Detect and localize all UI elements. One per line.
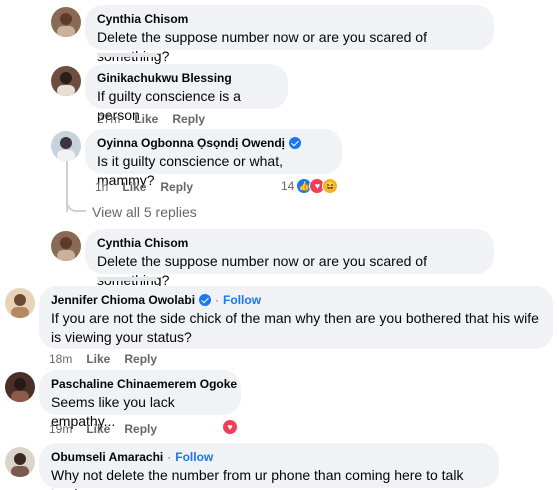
commenter-name[interactable]: Cynthia Chisom (97, 236, 482, 250)
truncated-meta (97, 277, 157, 281)
truncated-meta (97, 53, 157, 57)
timestamp[interactable]: 19m (49, 422, 72, 436)
commenter-name[interactable]: Oyinna Ogbonna Ọsọndị Owendị (97, 136, 330, 150)
reaction-summary[interactable]: ♥ (222, 419, 238, 435)
haha-reaction-icon: 😆 (322, 178, 339, 194)
commenter-name-text[interactable]: Oyinna Ogbonna Ọsọndị Owendị (97, 136, 285, 150)
commenter-name-text[interactable]: Obumseli Amarachi (51, 450, 163, 464)
comment-bubble: Obumseli Amarachi · Follow Why not delet… (39, 443, 499, 490)
reply-button[interactable]: Reply (124, 352, 157, 366)
timestamp[interactable]: 18m (49, 352, 72, 366)
reply-button[interactable]: Reply (124, 422, 157, 436)
separator-dot: · (167, 450, 172, 464)
like-button[interactable]: Like (122, 180, 146, 194)
avatar[interactable] (5, 288, 35, 318)
comment-text: If you are not the side chick of the man… (51, 310, 539, 345)
verified-badge-icon (289, 137, 302, 149)
comment-bubble: Oyinna Ogbonna Ọsọndị Owendị Is it guilt… (85, 129, 342, 188)
follow-button[interactable]: Follow (175, 450, 213, 464)
avatar[interactable] (51, 7, 81, 37)
like-button[interactable]: Like (134, 112, 158, 126)
commenter-name[interactable]: Cynthia Chisom (97, 12, 482, 26)
like-button[interactable]: Like (86, 352, 110, 366)
commenter-name[interactable]: Ginikachukwu Blessing (97, 71, 276, 85)
thread-line-curve (66, 196, 86, 212)
like-button[interactable]: Like (86, 422, 110, 436)
comment-bubble: Cynthia Chisom Delete the suppose number… (85, 5, 494, 64)
timestamp[interactable]: 1h (95, 180, 108, 194)
avatar[interactable] (51, 66, 81, 96)
verified-badge-icon (199, 294, 212, 306)
commenter-name[interactable]: Paschaline Chinaemerem Ogoke (51, 377, 237, 391)
commenter-name[interactable]: Jennifer Chioma Owolabi · Follow (51, 293, 541, 307)
avatar[interactable] (5, 447, 35, 477)
avatar[interactable] (51, 131, 81, 161)
comment-bubble: Cynthia Chisom Delete the suppose number… (85, 229, 494, 288)
avatar[interactable] (5, 372, 35, 402)
comment-actions: 18m Like Reply (49, 352, 157, 366)
comment-bubble: Paschaline Chinaemerem Ogoke Seems like … (39, 370, 241, 429)
comment-actions: 19m Like Reply (49, 422, 157, 436)
comment-bubble: Ginikachukwu Blessing If guilty conscien… (85, 64, 288, 123)
reply-button[interactable]: Reply (172, 112, 205, 126)
comment-text: Why not delete the number from ur phone … (51, 467, 464, 490)
commenter-name-text[interactable]: Jennifer Chioma Owolabi (51, 293, 195, 307)
separator-dot: · (215, 293, 220, 307)
comment-text: Delete the suppose number now or are you… (97, 29, 427, 64)
love-reaction-icon: ♥ (222, 419, 238, 435)
comment-bubble: Jennifer Chioma Owolabi · Follow If you … (39, 286, 553, 349)
avatar[interactable] (51, 231, 81, 261)
reaction-summary[interactable]: 14 👍 ♥ 😆 (281, 178, 339, 194)
follow-button[interactable]: Follow (223, 293, 261, 307)
reply-button[interactable]: Reply (160, 180, 193, 194)
commenter-name[interactable]: Obumseli Amarachi · Follow (51, 450, 487, 464)
comment-text: Delete the suppose number now or are you… (97, 253, 427, 288)
view-all-replies-link[interactable]: View all 5 replies (92, 204, 197, 220)
timestamp[interactable]: 27m (97, 112, 120, 126)
comment-actions: 27m Like Reply (97, 112, 205, 126)
reaction-count: 14 (281, 179, 295, 193)
comment-actions: 1h Like Reply (95, 180, 193, 194)
